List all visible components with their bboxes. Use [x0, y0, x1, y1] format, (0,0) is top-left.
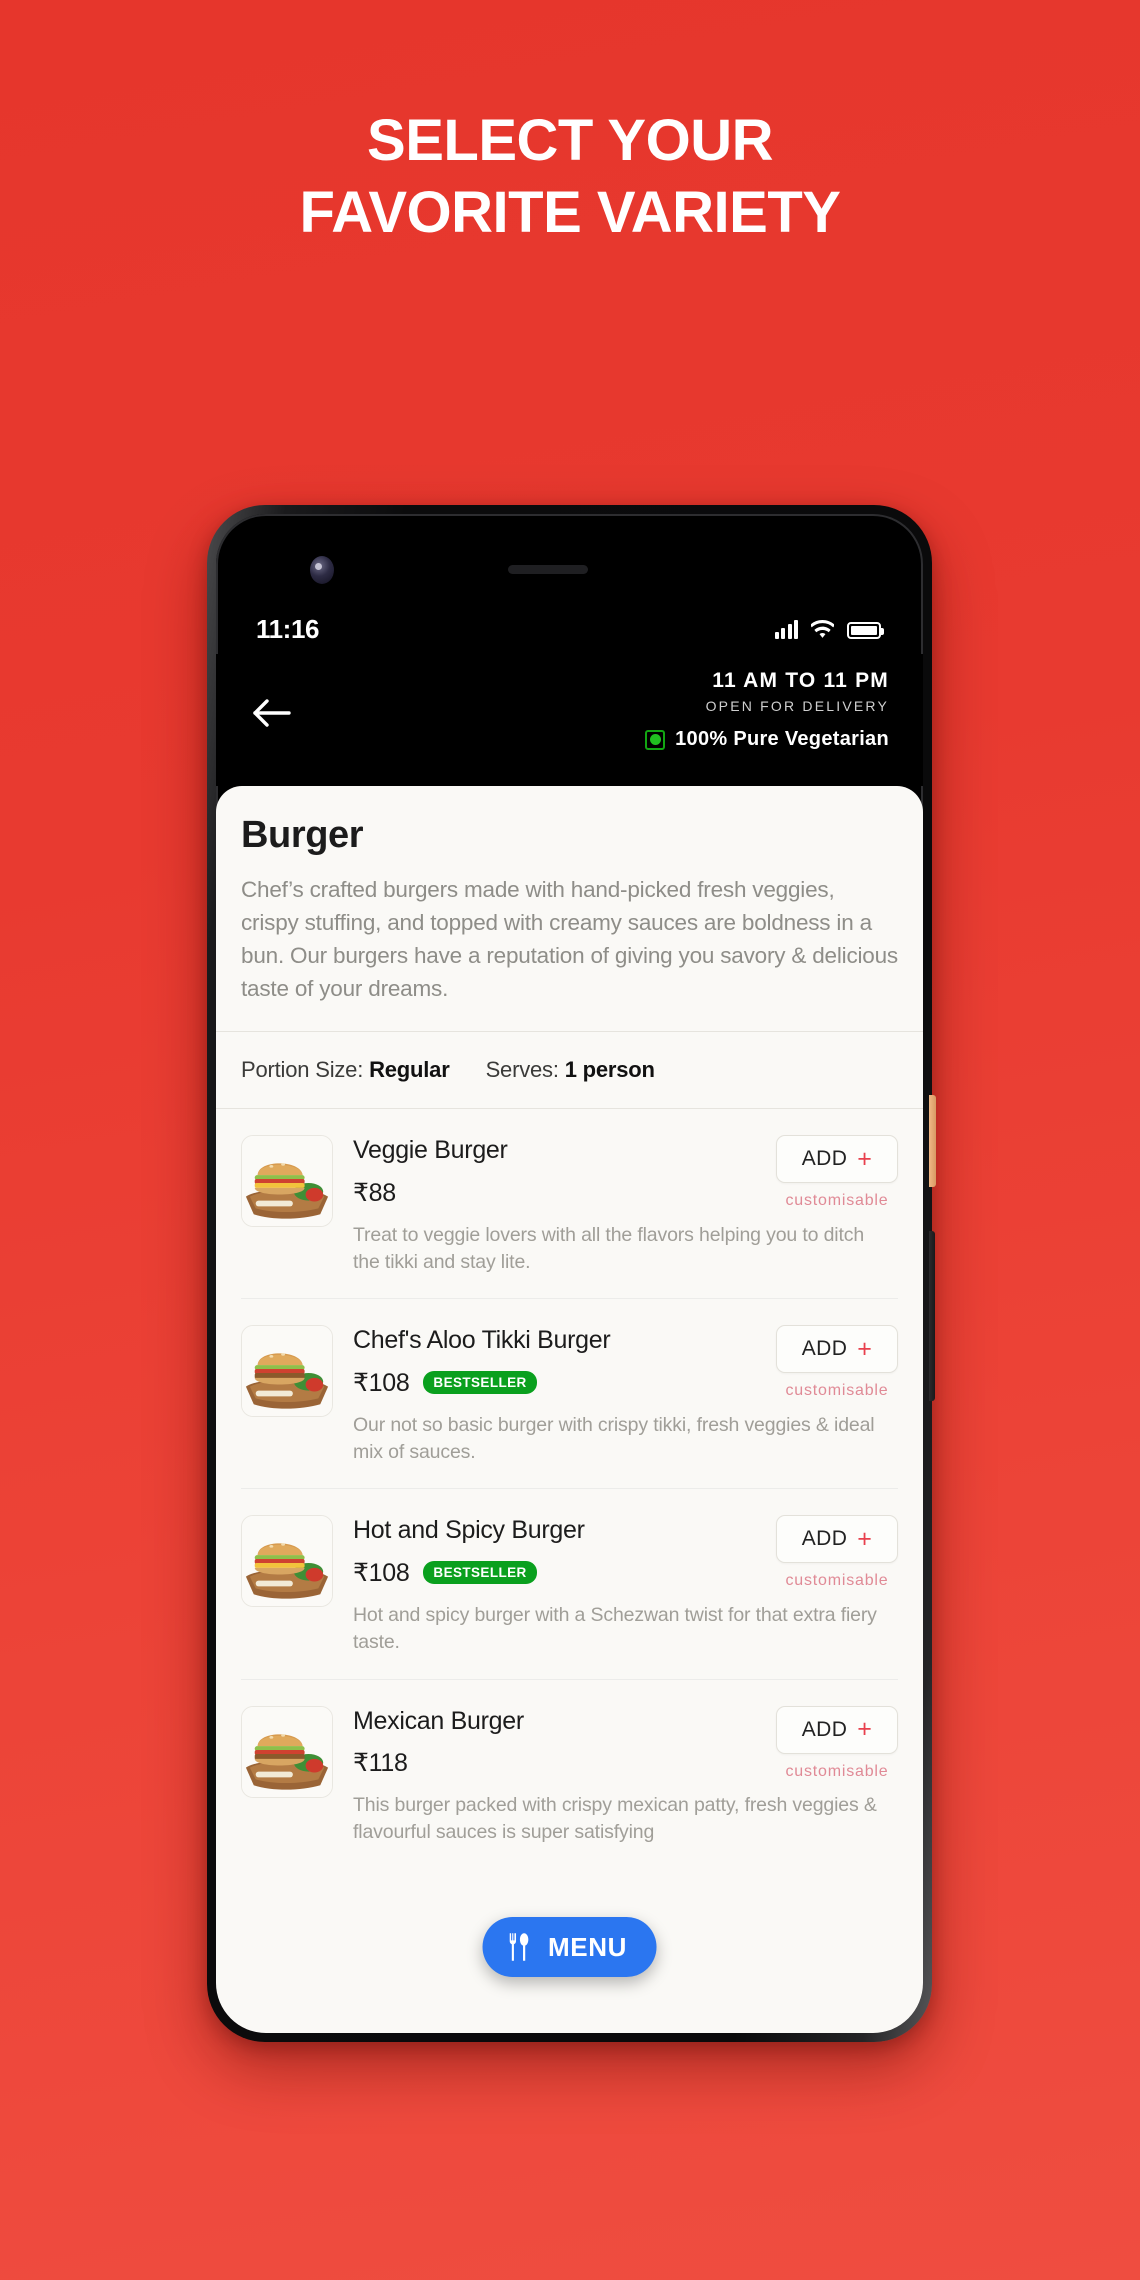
customisable-label: customisable — [785, 1572, 889, 1590]
menu-item-row[interactable]: Mexican Burger ₹118 This burger packed w… — [241, 1678, 898, 1869]
promo-headline: SELECT YOUR FAVORITE VARIETY — [0, 112, 1140, 242]
menu-item-add-column: ADD + customisable — [776, 1135, 898, 1210]
menu-item-thumbnail — [241, 1325, 333, 1418]
menu-item-price: ₹108 — [353, 1368, 410, 1397]
menu-item-description: This burger packed with crispy mexican p… — [353, 1794, 877, 1844]
store-hours: 11 AM TO 11 PM — [712, 669, 889, 692]
serves-value: 1 person — [564, 1057, 655, 1083]
bestseller-badge: BESTSELLER — [423, 1561, 537, 1585]
serves: Serves: 1 person — [486, 1057, 655, 1083]
phone-device-frame: 11:16 11 AM TO 11 PM OPEN FOR DELIVERY 1… — [207, 505, 936, 2042]
portion-info-row: Portion Size: Regular Serves: 1 person — [241, 1032, 898, 1108]
add-button[interactable]: ADD + — [776, 1705, 898, 1754]
menu-item-price: ₹118 — [353, 1749, 408, 1778]
status-bar-clock: 11:16 — [256, 613, 320, 644]
menu-item-thumbnail — [241, 1705, 333, 1798]
front-camera-icon — [310, 556, 334, 584]
category-description: Chef’s crafted burgers made with hand-pi… — [241, 877, 898, 1002]
portion-size-value: Regular — [369, 1057, 450, 1083]
status-bar-icons — [774, 619, 884, 639]
customisable-label: customisable — [785, 1192, 889, 1210]
back-arrow-icon[interactable] — [250, 696, 292, 730]
add-button-label: ADD — [801, 1527, 848, 1551]
category-title: Burger — [241, 814, 364, 856]
add-button-label: ADD — [801, 1337, 848, 1361]
cellular-signal-icon — [774, 619, 798, 639]
add-button[interactable]: ADD + — [776, 1515, 898, 1564]
menu-item-price: ₹108 — [353, 1558, 410, 1587]
status-bar: 11:16 — [216, 606, 923, 652]
wifi-icon — [810, 620, 835, 639]
menu-item-price: ₹88 — [353, 1178, 396, 1207]
headline-line-2: FAVORITE VARIETY — [299, 180, 841, 245]
plus-icon: + — [857, 1144, 873, 1173]
serves-label: Serves: — [485, 1057, 559, 1083]
menu-item-description: Hot and spicy burger with a Schezwan twi… — [353, 1603, 877, 1654]
menu-item-row[interactable]: Chef's Aloo Tikki Burger ₹108 BESTSELLER… — [241, 1298, 898, 1488]
portion-size-label: Portion Size: — [241, 1057, 364, 1083]
plus-icon: + — [857, 1334, 873, 1363]
menu-button-label: MENU — [548, 1931, 627, 1962]
bestseller-badge: BESTSELLER — [423, 1371, 537, 1395]
battery-full-icon — [847, 622, 884, 639]
fork-spoon-icon — [506, 1932, 532, 1962]
vegetarian-badge: 100% Pure Vegetarian — [645, 728, 889, 751]
veg-mark-icon — [645, 729, 666, 750]
menu-item-thumbnail — [241, 1135, 333, 1228]
customisable-label: customisable — [785, 1762, 889, 1780]
add-button-label: ADD — [801, 1717, 848, 1741]
vegetarian-label: 100% Pure Vegetarian — [675, 728, 889, 750]
store-hours-subtitle: OPEN FOR DELIVERY — [705, 698, 889, 715]
add-button-label: ADD — [801, 1147, 848, 1171]
menu-item-row[interactable]: Veggie Burger ₹88 Treat to veggie lovers… — [241, 1109, 898, 1298]
add-button[interactable]: ADD + — [776, 1325, 898, 1374]
app-header: 11 AM TO 11 PM OPEN FOR DELIVERY 100% Pu… — [216, 654, 923, 786]
power-button[interactable] — [929, 1095, 936, 1187]
menu-sheet: Burger Chef’s crafted burgers made with … — [216, 786, 923, 2033]
store-hours-block: 11 AM TO 11 PM OPEN FOR DELIVERY — [706, 668, 889, 714]
menu-item-list: Veggie Burger ₹88 Treat to veggie lovers… — [216, 1109, 923, 1868]
customisable-label: customisable — [785, 1382, 889, 1400]
volume-button[interactable] — [929, 1231, 935, 1401]
menu-item-thumbnail — [241, 1515, 333, 1608]
earpiece-speaker — [508, 565, 588, 574]
plus-icon: + — [857, 1715, 873, 1744]
headline-line-1: SELECT YOUR — [367, 108, 773, 173]
menu-item-add-column: ADD + customisable — [776, 1325, 898, 1400]
menu-item-description: Treat to veggie lovers with all the flav… — [353, 1223, 865, 1274]
menu-item-add-column: ADD + customisable — [776, 1705, 898, 1781]
menu-item-description: Our not so basic burger with crispy tikk… — [353, 1413, 875, 1464]
phone-screen: 11:16 11 AM TO 11 PM OPEN FOR DELIVERY 1… — [216, 514, 923, 2033]
add-button[interactable]: ADD + — [776, 1135, 898, 1184]
plus-icon: + — [857, 1524, 873, 1553]
menu-floating-button[interactable]: MENU — [482, 1917, 657, 1977]
portion-size: Portion Size: Regular — [241, 1057, 450, 1083]
menu-item-row[interactable]: Hot and Spicy Burger ₹108 BESTSELLER Hot… — [241, 1488, 898, 1678]
menu-item-add-column: ADD + customisable — [776, 1515, 898, 1590]
